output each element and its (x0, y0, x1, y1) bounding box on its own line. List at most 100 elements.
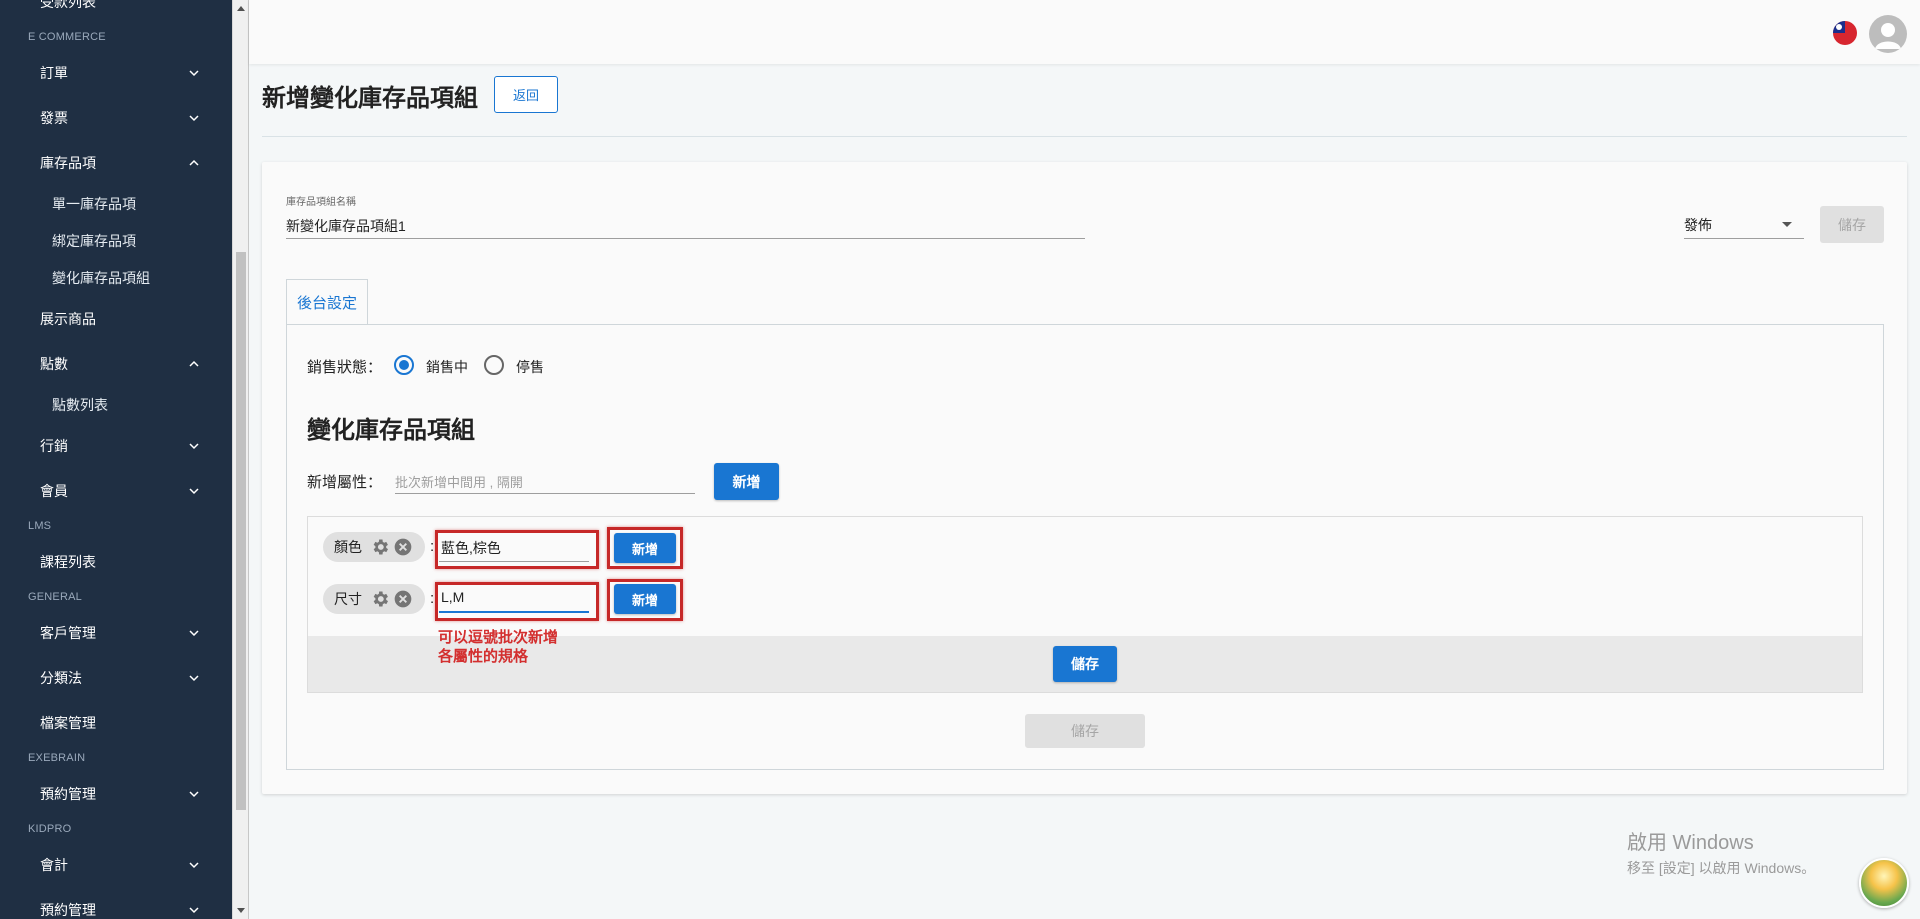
attribute-name: 尺寸 (334, 591, 362, 607)
sidebar-section-kidpro: KIDPRO (28, 823, 72, 835)
chevron-down-icon (186, 786, 202, 802)
sidebar-item-members[interactable]: 會員 (0, 471, 232, 511)
publish-status-value: 發佈 (1684, 217, 1712, 233)
variant-section-title: 變化庫存品項組 (307, 417, 475, 444)
sidebar-item-orders[interactable]: 訂單 (0, 53, 232, 93)
annotation-note: 可以逗號批次新增 各屬性的規格 (438, 628, 558, 666)
radio-discontinued[interactable] (484, 355, 504, 375)
sidebar: 受款列表 E COMMERCE 訂單 發票 庫存品項 單一庫存品項 綁定庫存品項… (0, 0, 232, 919)
floating-assistant-icon[interactable] (1859, 858, 1909, 908)
attribute-chip-color: 顏色 (323, 532, 425, 562)
sidebar-item-points-list[interactable]: 點數列表 (0, 385, 232, 425)
sidebar-item-points[interactable]: 點數 (0, 344, 232, 384)
sidebar-item-label: 訂單 (40, 65, 68, 81)
add-values-button-size[interactable]: 新增 (614, 584, 676, 614)
annotation-line-1: 可以逗號批次新增 (438, 628, 559, 646)
chevron-down-icon (186, 857, 202, 873)
taiwan-flag-icon[interactable] (1833, 21, 1857, 45)
chevron-down-icon (186, 670, 202, 686)
publish-status-select[interactable]: 發佈 (1684, 206, 1804, 239)
sidebar-item-label: 課程列表 (40, 554, 96, 570)
add-attribute-button[interactable]: 新增 (714, 463, 779, 500)
group-name-input[interactable]: 新變化庫存品項組1 (286, 216, 406, 236)
sidebar-item-label: 預約管理 (40, 902, 96, 918)
add-attribute-placeholder: 批次新增中間用 , 隔開 (395, 475, 523, 490)
attribute-values-input-size[interactable]: L,M (439, 583, 589, 613)
sidebar-item-label: 點數 (40, 356, 68, 372)
add-values-button-color[interactable]: 新增 (614, 533, 676, 563)
sidebar-item-invoices[interactable]: 發票 (0, 98, 232, 138)
sidebar-item-payee-list[interactable]: 受款列表 (0, 0, 232, 22)
attribute-colon: : (430, 538, 435, 555)
sidebar-item-label: 點數列表 (52, 397, 108, 413)
chevron-up-icon (186, 356, 202, 372)
chevron-down-icon (186, 110, 202, 126)
windows-activation-watermark: 啟用 Windows 移至 [設定] 以啟用 Windows。 (1627, 826, 1815, 878)
chevron-down-icon (186, 65, 202, 81)
back-button[interactable]: 返回 (494, 76, 558, 113)
sidebar-item-label: 客戶管理 (40, 625, 96, 641)
user-avatar-icon[interactable] (1869, 15, 1907, 53)
sidebar-item-label: 行銷 (40, 438, 68, 454)
sidebar-item-label: 受款列表 (40, 0, 96, 10)
sidebar-section-lms: LMS (28, 520, 52, 532)
attribute-name: 顏色 (334, 539, 362, 555)
save-attributes-button[interactable]: 儲存 (1053, 646, 1117, 682)
sidebar-item-courses[interactable]: 課程列表 (0, 542, 232, 582)
sidebar-item-marketing[interactable]: 行銷 (0, 426, 232, 466)
top-bar (249, 0, 1920, 64)
chevron-down-icon (186, 483, 202, 499)
scroll-up-arrow-icon[interactable] (237, 6, 245, 11)
add-attribute-label: 新增屬性： (307, 474, 383, 491)
sidebar-item-label: 單一庫存品項 (52, 196, 136, 212)
scrollbar-thumb[interactable] (236, 252, 246, 810)
attribute-colon: : (430, 590, 435, 607)
sidebar-scrollbar[interactable] (232, 0, 249, 919)
sidebar-item-label: 會員 (40, 483, 68, 499)
attribute-values-input-color[interactable]: 藍色,棕色 (439, 532, 589, 562)
group-name-underline (286, 238, 1085, 239)
sidebar-item-accounting[interactable]: 會計 (0, 845, 232, 885)
attribute-chip-size: 尺寸 (323, 584, 425, 614)
watermark-subtitle: 移至 [設定] 以啟用 Windows。 (1627, 860, 1816, 876)
save-button-bottom[interactable]: 儲存 (1025, 714, 1145, 748)
sidebar-item-inventory-single[interactable]: 單一庫存品項 (0, 184, 232, 224)
sidebar-item-inventory-bound[interactable]: 綁定庫存品項 (0, 221, 232, 261)
sidebar-item-label: 會計 (40, 857, 68, 873)
page-title: 新增變化庫存品項組 (262, 85, 478, 112)
sidebar-item-label: 發票 (40, 110, 68, 126)
group-name-label: 庫存品項組名稱 (286, 197, 356, 208)
sidebar-item-label: 綁定庫存品項 (52, 233, 136, 249)
chevron-down-icon (186, 902, 202, 918)
scroll-down-arrow-icon[interactable] (237, 908, 245, 913)
add-attribute-input[interactable]: 批次新增中間用 , 隔開 (395, 464, 695, 494)
sidebar-item-showcase[interactable]: 展示商品 (0, 299, 232, 339)
gear-icon[interactable] (369, 588, 391, 610)
sidebar-item-label: 預約管理 (40, 786, 96, 802)
sidebar-item-customers[interactable]: 客戶管理 (0, 613, 232, 653)
radio-on-sale-label: 銷售中 (426, 359, 468, 375)
caret-down-icon (1782, 222, 1792, 227)
attribute-values-text: L,M (441, 589, 465, 605)
save-button-top[interactable]: 儲存 (1820, 206, 1884, 243)
sidebar-section-general: GENERAL (28, 591, 82, 603)
header-divider (262, 136, 1907, 137)
chevron-up-icon (186, 155, 202, 171)
sidebar-section-exebrain: EXEBRAIN (28, 752, 86, 764)
sidebar-item-inventory[interactable]: 庫存品項 (0, 143, 232, 183)
attribute-values-text: 藍色,棕色 (441, 540, 501, 556)
sidebar-item-label: 分類法 (40, 670, 82, 686)
sidebar-item-label: 庫存品項 (40, 155, 96, 171)
gear-icon[interactable] (369, 536, 391, 558)
sidebar-item-booking[interactable]: 預約管理 (0, 774, 232, 814)
sidebar-item-booking-kidpro[interactable]: 預約管理 (0, 890, 232, 919)
close-circle-icon[interactable] (392, 536, 414, 558)
sidebar-item-taxonomy[interactable]: 分類法 (0, 658, 232, 698)
sidebar-item-files[interactable]: 檔案管理 (0, 703, 232, 743)
tab-backend-settings[interactable]: 後台設定 (286, 279, 368, 324)
radio-on-sale[interactable] (394, 355, 414, 375)
sidebar-item-inventory-variant[interactable]: 變化庫存品項組 (0, 258, 232, 298)
chevron-down-icon (186, 438, 202, 454)
sidebar-item-label: 變化庫存品項組 (52, 270, 150, 286)
close-circle-icon[interactable] (392, 588, 414, 610)
